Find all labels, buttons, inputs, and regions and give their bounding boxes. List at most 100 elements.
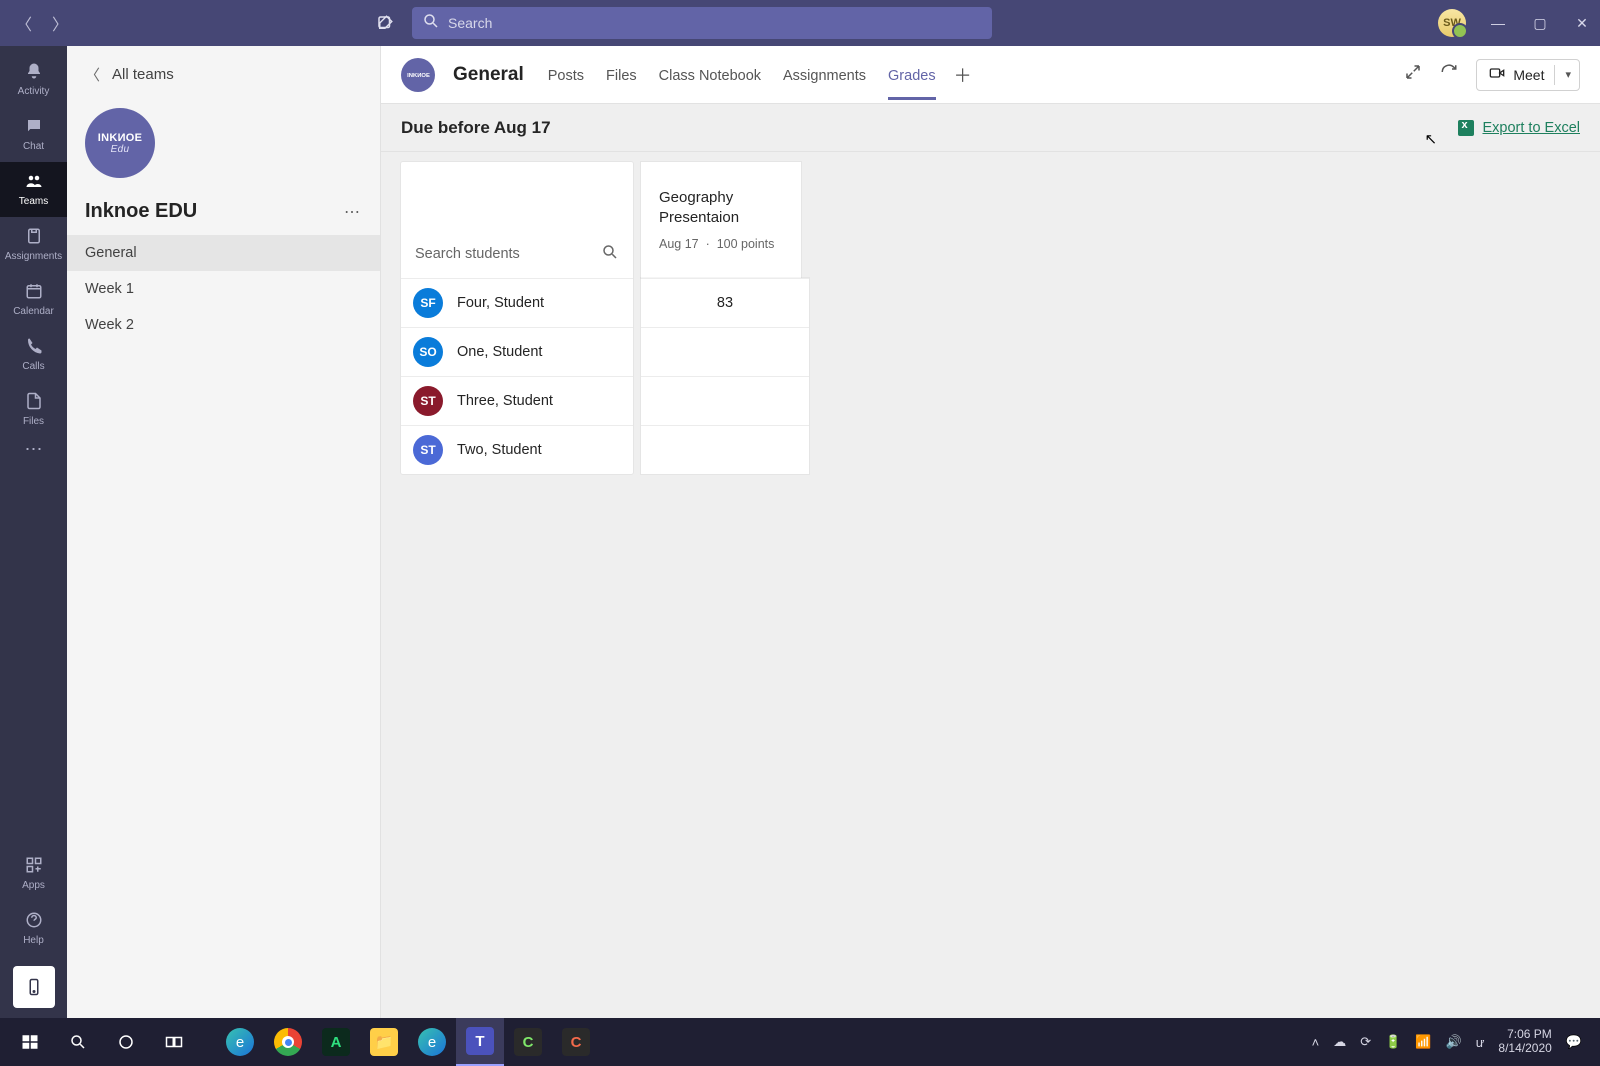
phone-icon — [25, 337, 43, 358]
team-more-button[interactable]: ⋯ — [344, 202, 362, 222]
user-avatar[interactable]: SW — [1438, 9, 1466, 37]
taskbar-app-explorer[interactable]: 📁 — [360, 1018, 408, 1066]
taskbar-taskview-button[interactable] — [150, 1018, 198, 1066]
tray-onedrive-icon[interactable]: ☁ — [1333, 1034, 1346, 1050]
tab-posts[interactable]: Posts — [548, 50, 584, 100]
compose-button[interactable] — [370, 8, 400, 38]
taskbar-app-teams[interactable]: T — [456, 1018, 504, 1066]
channel-list: GeneralWeek 1Week 2 — [67, 235, 380, 343]
rail-calls[interactable]: Calls — [0, 327, 67, 382]
all-teams-link[interactable]: 〈 All teams — [67, 46, 380, 102]
system-tray: ˄ ☁ ⟳ 🔋 📶 🔊 ư 7:06 PM 8/14/2020 💬 — [1312, 1028, 1594, 1056]
rail-label: Calendar — [13, 306, 54, 317]
tab-grades[interactable]: Grades — [888, 50, 936, 100]
rail-mobile-button[interactable] — [13, 966, 55, 1008]
rail-help[interactable]: Help — [0, 901, 67, 956]
student-name: Two, Student — [457, 442, 542, 458]
title-bar: 〈 〉 SW — ▢ ✕ — [0, 0, 1600, 46]
taskbar-cortana-button[interactable] — [102, 1018, 150, 1066]
student-row[interactable]: STTwo, Student — [401, 425, 633, 474]
rail-apps[interactable]: Apps — [0, 846, 67, 901]
rail-more-button[interactable]: ⋯ — [25, 439, 43, 460]
assignment-title: Geography Presentaion — [659, 188, 783, 227]
rail-teams[interactable]: Teams — [0, 162, 67, 217]
tray-battery-icon[interactable]: 🔋 — [1385, 1034, 1401, 1050]
tray-notifications-icon[interactable]: 💬 — [1566, 1034, 1582, 1050]
channel-item[interactable]: General — [67, 235, 380, 271]
refresh-icon[interactable] — [1440, 63, 1458, 86]
tray-overflow-icon[interactable]: ˄ — [1312, 1035, 1320, 1050]
grades-header: Due before Aug 17 Export to Excel ↖ — [381, 104, 1600, 152]
taskbar-app-edge[interactable]: e — [216, 1018, 264, 1066]
tray-ime-icon[interactable]: ư — [1476, 1035, 1485, 1050]
search-icon — [422, 12, 440, 35]
rail-label: Teams — [19, 196, 48, 207]
taskbar-search-button[interactable] — [54, 1018, 102, 1066]
rail-assignments[interactable]: Assignments — [0, 217, 67, 272]
student-row[interactable]: SOOne, Student — [401, 327, 633, 376]
tray-volume-icon[interactable]: 🔊 — [1446, 1034, 1462, 1050]
window-maximize-button[interactable]: ▢ — [1530, 15, 1550, 32]
add-tab-button[interactable]: ＋ — [954, 62, 972, 88]
team-panel: 〈 All teams INKИOE Edu Inknoe EDU ⋯ Gene… — [67, 46, 381, 1018]
export-to-excel-link[interactable]: Export to Excel ↖ — [1458, 120, 1580, 136]
taskbar-app-a[interactable]: A — [312, 1018, 360, 1066]
chevron-down-icon[interactable]: ▾ — [1565, 68, 1571, 81]
rail-chat[interactable]: Chat — [0, 107, 67, 162]
chat-icon — [25, 117, 43, 138]
export-label: Export to Excel — [1482, 120, 1580, 136]
channel-tab-bar: INKИOE General PostsFilesClass NotebookA… — [381, 46, 1600, 104]
start-button[interactable] — [6, 1018, 54, 1066]
taskbar-app-camtasia[interactable]: C — [504, 1018, 552, 1066]
team-logo-text: INKИOE — [98, 132, 143, 144]
rail-label: Apps — [22, 880, 45, 891]
tray-wifi-icon[interactable]: 📶 — [1415, 1034, 1431, 1050]
help-icon — [25, 911, 43, 932]
taskbar-app-snagit[interactable]: C — [552, 1018, 600, 1066]
app-rail: Activity Chat Teams Assignments Calendar — [0, 46, 67, 1018]
assignment-header[interactable]: Geography Presentaion Aug 17 · 100 point… — [641, 162, 801, 278]
tray-clock[interactable]: 7:06 PM 8/14/2020 — [1498, 1028, 1551, 1056]
taskbar-app-chrome[interactable] — [264, 1018, 312, 1066]
rail-files[interactable]: Files — [0, 382, 67, 437]
search-students[interactable]: Search students — [401, 230, 633, 278]
grade-cell[interactable] — [641, 425, 809, 474]
tray-update-icon[interactable]: ⟳ — [1360, 1034, 1371, 1050]
taskbar-app-edge2[interactable]: e — [408, 1018, 456, 1066]
video-icon — [1489, 65, 1505, 84]
grade-cell[interactable] — [641, 376, 809, 425]
rail-label: Chat — [23, 141, 44, 152]
apps-icon — [25, 856, 43, 877]
search-bar[interactable] — [412, 7, 992, 39]
student-row[interactable]: SFFour, Student — [401, 278, 633, 327]
tab-assignments[interactable]: Assignments — [783, 50, 866, 100]
tab-class-notebook[interactable]: Class Notebook — [659, 50, 761, 100]
rail-calendar[interactable]: Calendar — [0, 272, 67, 327]
search-students-label: Search students — [415, 246, 520, 262]
team-logo-sub: Edu — [111, 144, 130, 155]
assignment-subtitle: Aug 17 · 100 points — [659, 237, 783, 251]
rail-label: Activity — [18, 86, 50, 97]
channel-item[interactable]: Week 1 — [67, 271, 380, 307]
nav-forward-button[interactable]: 〉 — [50, 11, 70, 35]
rail-label: Help — [23, 935, 44, 946]
grade-cell[interactable]: 83 — [641, 278, 809, 327]
student-row[interactable]: STThree, Student — [401, 376, 633, 425]
students-column: Search students SFFour, StudentSOOne, St… — [401, 162, 633, 474]
rail-label: Files — [23, 416, 44, 427]
nav-back-button[interactable]: 〈 — [14, 11, 34, 35]
window-minimize-button[interactable]: — — [1488, 15, 1508, 31]
grade-cell[interactable] — [641, 327, 809, 376]
channel-item[interactable]: Week 2 — [67, 307, 380, 343]
rail-label: Assignments — [5, 251, 62, 262]
calendar-icon — [25, 282, 43, 303]
main-content: INKИOE General PostsFilesClass NotebookA… — [381, 46, 1600, 1018]
expand-icon[interactable] — [1404, 63, 1422, 86]
team-logo[interactable]: INKИOE Edu — [85, 108, 155, 178]
bell-icon — [25, 62, 43, 83]
rail-activity[interactable]: Activity — [0, 52, 67, 107]
search-input[interactable] — [448, 15, 982, 31]
tab-files[interactable]: Files — [606, 50, 637, 100]
window-close-button[interactable]: ✕ — [1572, 15, 1592, 32]
meet-button[interactable]: Meet ▾ — [1476, 59, 1580, 91]
